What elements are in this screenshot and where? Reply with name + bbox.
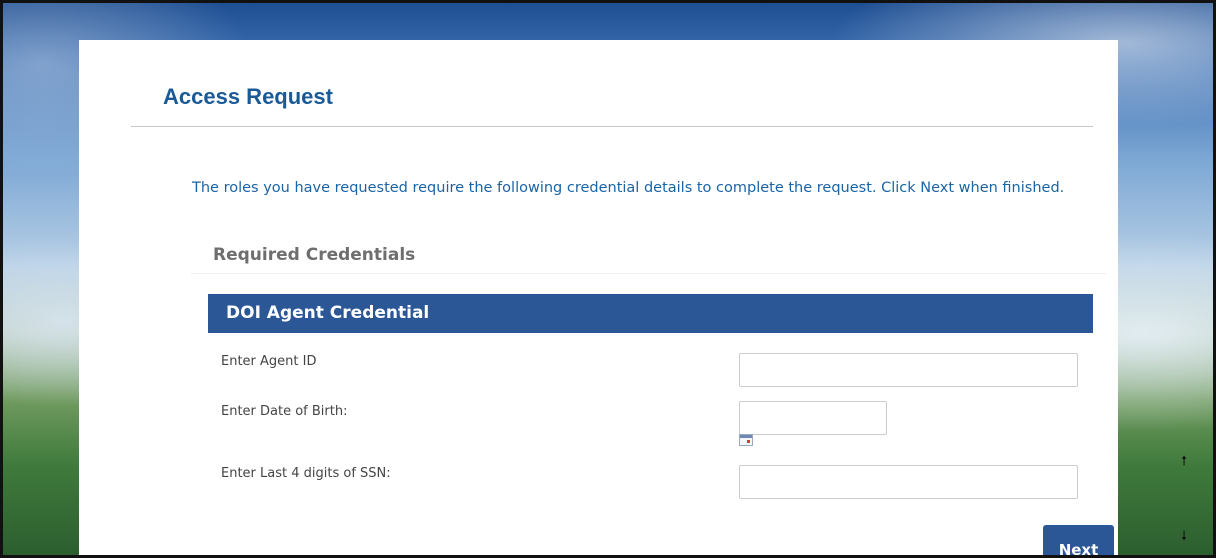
- ssn-last4-label: Enter Last 4 digits of SSN:: [221, 466, 391, 481]
- ssn-last4-input[interactable]: [739, 465, 1078, 499]
- browser-viewport: Access Request The roles you have reques…: [0, 0, 1216, 558]
- date-of-birth-input[interactable]: [739, 401, 887, 435]
- section-heading: Required Credentials: [213, 245, 416, 265]
- access-request-card: Access Request The roles you have reques…: [79, 40, 1118, 555]
- intro-text: The roles you have requested require the…: [192, 180, 1065, 196]
- date-of-birth-label: Enter Date of Birth:: [221, 404, 348, 419]
- arrow-down-icon[interactable]: 🠗: [1177, 529, 1191, 545]
- agent-id-input[interactable]: [739, 353, 1078, 387]
- credential-title: DOI Agent Credential: [226, 303, 430, 323]
- next-button[interactable]: Next: [1043, 525, 1114, 555]
- page-title: Access Request: [163, 84, 333, 109]
- calendar-icon-marker: [747, 440, 750, 443]
- calendar-icon[interactable]: [739, 434, 753, 446]
- title-divider: [131, 126, 1093, 127]
- agent-id-label: Enter Agent ID: [221, 354, 317, 369]
- section-divider: [191, 273, 1106, 274]
- calendar-icon-header: [740, 435, 752, 438]
- credential-header-bar: DOI Agent Credential: [208, 294, 1093, 333]
- arrow-up-icon[interactable]: 🠕: [1177, 454, 1191, 470]
